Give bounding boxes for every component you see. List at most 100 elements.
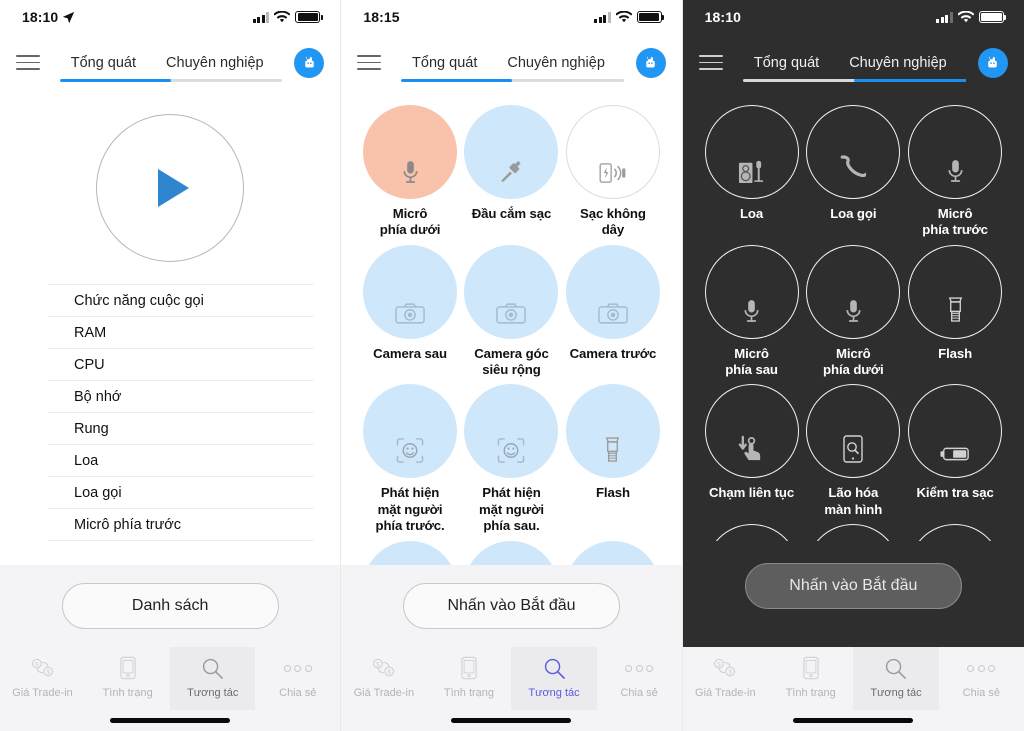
grid-item[interactable]: Flash <box>904 244 1006 379</box>
grid-item-label: Camera trước <box>569 345 657 361</box>
tabbar-item-share[interactable]: Chia sẻ <box>597 647 682 710</box>
list-item[interactable]: RAM <box>48 317 315 349</box>
rabbit-icon <box>988 56 998 68</box>
list-item[interactable]: Loa <box>48 445 315 477</box>
grid-item[interactable]: Micrô phía dưới <box>802 244 904 379</box>
grid-item-label: Loa <box>739 206 764 221</box>
grid-item[interactable]: Flash <box>562 384 663 534</box>
bottom-sheet: Nhấn vào Bắt đầu $ $ Giá Trade-in Tình tr… <box>682 541 1024 731</box>
grid-item[interactable]: Micrô phía sau <box>701 244 803 379</box>
tab-group: Tổng quát Chuyên nghiệp <box>40 51 294 75</box>
phone-screen-interactive-dark: 18:10 Tổng quát Chuyên nghiệp Loa Loa gọ… <box>682 0 1024 731</box>
tabbar-item-interaction[interactable]: Tương tác <box>853 647 939 710</box>
tabbar-item-status[interactable]: Tình trạng <box>768 647 853 710</box>
start-button[interactable]: Nhấn vào Bắt đầu <box>744 563 962 609</box>
tabbar-item-share[interactable]: Chia sẻ <box>255 647 340 710</box>
tabbar-item-trade-in[interactable]: $ $ Giá Trade-in <box>341 647 426 710</box>
tab-tong-quat[interactable]: Tổng quát <box>752 51 821 75</box>
mascot-avatar[interactable] <box>294 47 325 78</box>
test-bubble <box>908 105 1003 199</box>
mascot-avatar[interactable] <box>977 47 1008 78</box>
charging-plug-icon <box>501 160 522 183</box>
menu-icon[interactable] <box>357 54 382 71</box>
tabbar-item-interaction[interactable]: Tương tác <box>170 647 256 710</box>
list-button[interactable]: Danh sách <box>61 583 279 629</box>
grid-item[interactable]: Lão hóa màn hình <box>802 384 904 518</box>
test-bubble <box>704 384 799 479</box>
tab-tong-quat[interactable]: Tổng quát <box>69 51 138 75</box>
status-time: 18:10 <box>22 9 59 25</box>
grid-item-label: Đầu cắm sạc <box>471 206 552 221</box>
test-bubble <box>464 105 559 199</box>
tab-chuyen-nghiep[interactable]: Chuyên nghiệp <box>505 51 607 75</box>
menu-icon[interactable] <box>698 54 723 71</box>
list-item[interactable]: Loa gọi <box>48 477 315 509</box>
grid-item[interactable]: Camera góc siêu rộng <box>461 244 562 379</box>
tabbar-label: Giá Trade-in <box>12 687 73 699</box>
battery-icon <box>978 11 1007 23</box>
tab-indicator <box>401 79 624 82</box>
tabbar-item-status[interactable]: Tình trạng <box>426 647 511 710</box>
grid-item-label: Micrô phía trước <box>922 206 988 238</box>
bottom-sheet: Nhấn vào Bắt đầu $ $ Giá Trade-in Tình tr… <box>341 565 682 731</box>
test-bubble <box>704 244 799 339</box>
list-item[interactable]: Bộ nhớ <box>48 381 315 413</box>
trade-in-icon: $ $ <box>371 656 397 680</box>
camera-icon <box>496 303 527 324</box>
tabbar-item-status[interactable]: Tình trạng <box>85 647 170 710</box>
grid-item[interactable]: Loa <box>701 105 803 239</box>
play-button[interactable] <box>96 114 245 262</box>
grid-item[interactable]: Loa gọi <box>802 105 904 239</box>
tab-chuyen-nghiep[interactable]: Chuyên nghiệp <box>847 51 949 75</box>
home-indicator <box>341 710 682 731</box>
microphone-icon <box>744 299 759 322</box>
mascot-avatar[interactable] <box>635 47 666 78</box>
list-item[interactable]: Rung <box>48 413 315 445</box>
list-item[interactable]: Micrô phía trước <box>48 509 315 541</box>
grid-item[interactable]: Phát hiện mặt người phía trước. <box>359 384 460 534</box>
grid-item[interactable]: Chạm liên tục <box>701 384 803 518</box>
home-indicator <box>0 710 341 731</box>
play-button-container <box>0 114 340 262</box>
cta-container: Nhấn vào Bắt đầu <box>682 541 1024 629</box>
wireless-charging-icon <box>599 163 626 183</box>
grid-item[interactable]: Sạc không dây <box>562 105 663 239</box>
status-bar: 18:10 <box>683 0 1024 34</box>
home-indicator <box>682 710 1024 731</box>
bottom-tab-bar: $ $ Giá Trade-in Tình trạng Tương tác Ch… <box>682 647 1024 710</box>
grid-item-label: Micrô phía sau <box>725 345 778 378</box>
diagnostics-list: Chức năng cuộc gọi RAM CPU Bộ nhớ Rung L… <box>0 284 340 541</box>
grid-item-label: Camera góc siêu rộng <box>474 345 549 378</box>
test-bubble <box>363 384 458 479</box>
list-item[interactable]: CPU <box>48 349 315 381</box>
start-button[interactable]: Nhấn vào Bắt đầu <box>402 583 620 629</box>
camera-icon <box>598 303 628 324</box>
test-bubble <box>806 105 901 199</box>
tabbar-item-trade-in[interactable]: $ $ Giá Trade-in <box>683 647 768 710</box>
tabbar-item-trade-in[interactable]: $ $ Giá Trade-in <box>0 647 85 710</box>
phone-icon <box>461 656 477 680</box>
tab-indicator <box>60 79 283 82</box>
menu-icon[interactable] <box>16 54 40 71</box>
test-bubble <box>565 384 660 479</box>
tab-tong-quat[interactable]: Tổng quát <box>410 51 479 75</box>
face-detect-icon <box>396 438 424 464</box>
grid-item[interactable]: Camera sau <box>359 244 460 379</box>
tabbar-label: Tình trạng <box>785 687 836 699</box>
status-clock-group: 18:10 <box>705 9 741 25</box>
battery-icon <box>636 11 665 23</box>
grid-item[interactable]: Micrô phía dưới <box>359 105 460 239</box>
tabbar-item-share[interactable]: Chia sẻ <box>939 647 1024 710</box>
grid-item[interactable]: Đầu cắm sạc <box>461 105 562 239</box>
grid-item[interactable]: Kiểm tra sạc <box>904 384 1006 518</box>
list-item[interactable]: Chức năng cuộc gọi <box>48 284 315 317</box>
wifi-icon <box>615 11 632 23</box>
grid-item[interactable]: Micrô phía trước <box>904 105 1006 239</box>
wifi-icon <box>274 11 291 23</box>
grid-item[interactable]: Camera trước <box>562 244 663 379</box>
rabbit-icon <box>646 56 655 68</box>
tab-chuyen-nghiep[interactable]: Chuyên nghiệp <box>164 51 266 75</box>
grid-item[interactable]: Phát hiện mặt người phía sau. <box>461 384 562 534</box>
face-detect-icon <box>498 438 525 464</box>
tabbar-item-interaction[interactable]: Tương tác <box>511 647 597 710</box>
